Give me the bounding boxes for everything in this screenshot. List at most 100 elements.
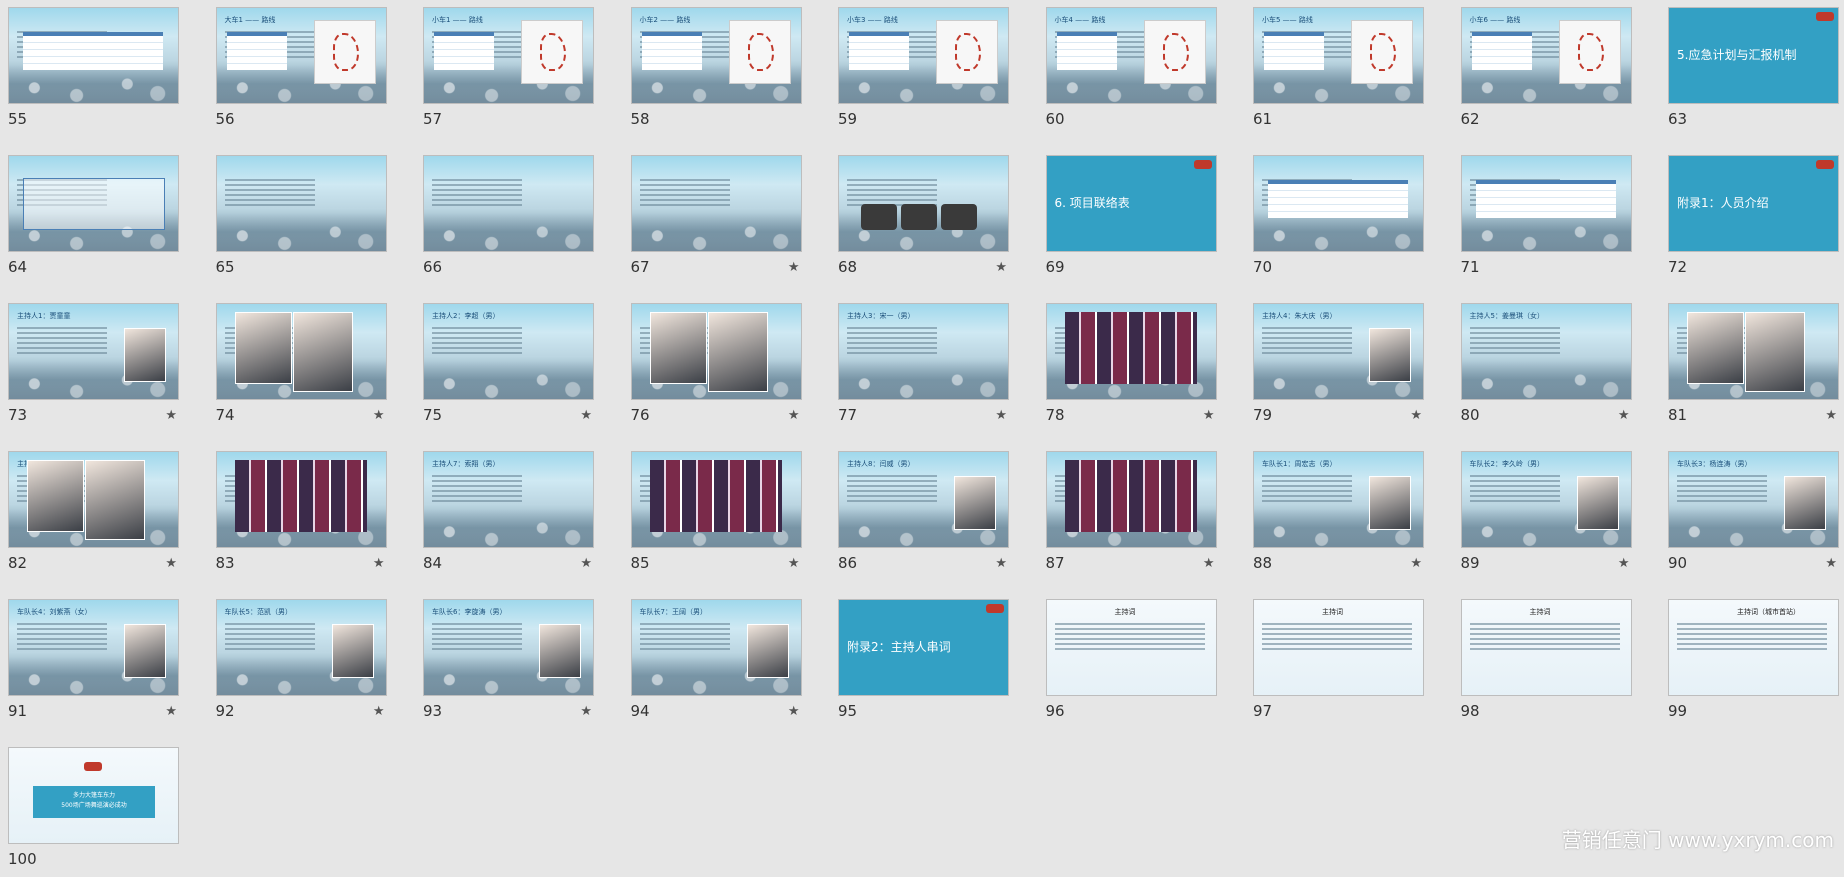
star-icon[interactable]: ★	[1825, 408, 1837, 423]
slide-thumbnail-72[interactable]: 附录1：人员介绍 72	[1668, 155, 1839, 285]
star-icon[interactable]: ★	[1825, 556, 1837, 571]
slide-preview[interactable]: 车队长2：李久岭（男）	[1460, 451, 1632, 548]
slide-preview[interactable]	[1253, 155, 1424, 252]
slide-thumbnail-93[interactable]: 车队长6：李旋涛（男） 93 ★	[423, 599, 594, 729]
slide-preview[interactable]: 主持人3：宋一（男）	[838, 303, 1009, 400]
slide-thumbnail-97[interactable]: 主持词 97	[1253, 599, 1424, 729]
star-icon[interactable]: ★	[788, 260, 800, 275]
slide-thumbnail-76[interactable]: 76 ★	[630, 303, 802, 433]
slide-preview[interactable]	[630, 451, 802, 548]
star-icon[interactable]: ★	[373, 704, 385, 719]
slide-thumbnail-87[interactable]: 87 ★	[1045, 451, 1217, 581]
slide-preview[interactable]: 小车3 —— 路线	[838, 7, 1009, 104]
slide-preview[interactable]	[215, 303, 387, 400]
slide-preview[interactable]	[1460, 155, 1632, 252]
slide-thumbnail-59[interactable]: 小车3 —— 路线 59	[838, 7, 1009, 137]
slide-preview[interactable]: 小车5 —— 路线	[1253, 7, 1424, 104]
slide-thumbnail-66[interactable]: 66	[423, 155, 594, 285]
slide-preview[interactable]: 小车1 —— 路线	[423, 7, 594, 104]
slide-thumbnail-83[interactable]: 83 ★	[215, 451, 387, 581]
slide-thumbnail-70[interactable]: 70	[1253, 155, 1424, 285]
slide-thumbnail-88[interactable]: 车队长1：周宏志（男） 88 ★	[1253, 451, 1424, 581]
slide-thumbnail-62[interactable]: 小车6 —— 路线 62	[1460, 7, 1632, 137]
slide-preview[interactable]	[8, 7, 179, 104]
star-icon[interactable]: ★	[1618, 556, 1630, 571]
slide-thumbnail-81[interactable]: 81 ★	[1668, 303, 1839, 433]
star-icon[interactable]: ★	[373, 408, 385, 423]
slide-preview[interactable]: 小车2 —— 路线	[630, 7, 802, 104]
slide-preview[interactable]: 5.应急计划与汇报机制	[1668, 7, 1839, 104]
slide-thumbnail-67[interactable]: 67 ★	[630, 155, 802, 285]
star-icon[interactable]: ★	[788, 556, 800, 571]
slide-preview[interactable]	[423, 155, 594, 252]
slide-thumbnail-57[interactable]: 小车1 —— 路线 57	[423, 7, 594, 137]
slide-thumbnail-79[interactable]: 主持人4：朱大庆（男） 79 ★	[1253, 303, 1424, 433]
slide-thumbnail-84[interactable]: 主持人7：索翔（男） 84 ★	[423, 451, 594, 581]
star-icon[interactable]: ★	[1410, 556, 1422, 571]
star-icon[interactable]: ★	[1203, 556, 1215, 571]
slide-preview[interactable]: 主持人7：索翔（男）	[423, 451, 594, 548]
slide-preview[interactable]: 主持人4：朱大庆（男）	[1253, 303, 1424, 400]
star-icon[interactable]: ★	[995, 556, 1007, 571]
slide-thumbnail-56[interactable]: 大车1 —— 路线 56	[215, 7, 387, 137]
star-icon[interactable]: ★	[995, 260, 1007, 275]
slide-thumbnail-63[interactable]: 5.应急计划与汇报机制 63	[1668, 7, 1839, 137]
slide-thumbnail-61[interactable]: 小车5 —— 路线 61	[1253, 7, 1424, 137]
slide-preview[interactable]: 主持人8：闫威（男）	[838, 451, 1009, 548]
slide-preview[interactable]: 小车4 —— 路线	[1045, 7, 1217, 104]
slide-preview[interactable]	[215, 451, 387, 548]
slide-thumbnail-73[interactable]: 主持人1：贾童童 73 ★	[8, 303, 179, 433]
slide-thumbnail-55[interactable]: 55	[8, 7, 179, 137]
slide-thumbnail-60[interactable]: 小车4 —— 路线 60	[1045, 7, 1217, 137]
slide-thumbnail-94[interactable]: 车队长7：王阔（男） 94 ★	[630, 599, 802, 729]
slide-thumbnail-85[interactable]: 85 ★	[630, 451, 802, 581]
slide-preview[interactable]: 大车1 —— 路线	[215, 7, 387, 104]
slide-preview[interactable]: 主持人6：吴亮（男）	[8, 451, 179, 548]
star-icon[interactable]: ★	[1618, 408, 1630, 423]
slide-preview[interactable]	[630, 155, 802, 252]
star-icon[interactable]: ★	[580, 704, 592, 719]
slide-preview[interactable]: 车队长3：杨连涛（男）	[1668, 451, 1839, 548]
slide-thumbnail-82[interactable]: 主持人6：吴亮（男） 82 ★	[8, 451, 179, 581]
slide-preview[interactable]: 车队长4：刘紫燕（女）	[8, 599, 179, 696]
slide-thumbnail-80[interactable]: 主持人5：姜曼琪（女） 80 ★	[1460, 303, 1632, 433]
slide-thumbnail-92[interactable]: 车队长5：范凯（男） 92 ★	[215, 599, 387, 729]
slide-thumbnail-96[interactable]: 主持词 96	[1045, 599, 1217, 729]
star-icon[interactable]: ★	[788, 408, 800, 423]
slide-thumbnail-75[interactable]: 主持人2：李超（男） 75 ★	[423, 303, 594, 433]
slide-preview[interactable]	[1045, 451, 1217, 548]
slide-thumbnail-78[interactable]: 78 ★	[1045, 303, 1217, 433]
slide-preview[interactable]	[1668, 303, 1839, 400]
slide-preview[interactable]	[1045, 303, 1217, 400]
slide-preview[interactable]	[630, 303, 802, 400]
star-icon[interactable]: ★	[1410, 408, 1422, 423]
slide-thumbnail-58[interactable]: 小车2 —— 路线 58	[630, 7, 802, 137]
star-icon[interactable]: ★	[165, 556, 177, 571]
slide-thumbnail-98[interactable]: 主持词 98	[1460, 599, 1632, 729]
star-icon[interactable]: ★	[1203, 408, 1215, 423]
slide-preview[interactable]: 车队长6：李旋涛（男）	[423, 599, 594, 696]
slide-preview[interactable]: 主持词（城市首站）	[1668, 599, 1839, 696]
slide-thumbnail-69[interactable]: 6. 项目联络表 69	[1045, 155, 1217, 285]
slide-thumbnail-99[interactable]: 主持词（城市首站） 99	[1668, 599, 1839, 729]
slide-preview[interactable]: 主持人1：贾童童	[8, 303, 179, 400]
slide-thumbnail-91[interactable]: 车队长4：刘紫燕（女） 91 ★	[8, 599, 179, 729]
slide-thumbnail-95[interactable]: 附录2：主持人串词 95	[838, 599, 1009, 729]
slide-preview[interactable]: 主持词	[1460, 599, 1632, 696]
star-icon[interactable]: ★	[165, 704, 177, 719]
slide-preview[interactable]: 车队长5：范凯（男）	[215, 599, 387, 696]
slide-preview[interactable]: 主持词	[1253, 599, 1424, 696]
star-icon[interactable]: ★	[995, 408, 1007, 423]
slide-thumbnail-65[interactable]: 65	[215, 155, 387, 285]
slide-preview[interactable]: 多力大篷车东力 500场广场舞巡演必成功	[8, 747, 179, 844]
star-icon[interactable]: ★	[580, 556, 592, 571]
slide-thumbnail-100[interactable]: 多力大篷车东力 500场广场舞巡演必成功 100	[8, 747, 179, 877]
slide-thumbnail-64[interactable]: 64	[8, 155, 179, 285]
slide-preview[interactable]: 6. 项目联络表	[1045, 155, 1217, 252]
slide-preview[interactable]	[8, 155, 179, 252]
slide-preview[interactable]: 主持人5：姜曼琪（女）	[1460, 303, 1632, 400]
star-icon[interactable]: ★	[580, 408, 592, 423]
slide-thumbnail-86[interactable]: 主持人8：闫威（男） 86 ★	[838, 451, 1009, 581]
slide-thumbnail-74[interactable]: 74 ★	[215, 303, 387, 433]
star-icon[interactable]: ★	[788, 704, 800, 719]
